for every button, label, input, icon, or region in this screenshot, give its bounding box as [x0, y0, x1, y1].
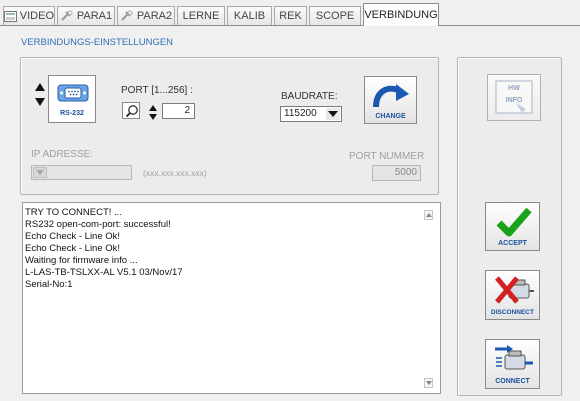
tab-bar: VIDEO PARA1 PARA2 LERNE KALIB REK SCOPE …	[0, 0, 580, 26]
port-input[interactable]: 2	[162, 103, 195, 119]
log-line: Waiting for firmware info ...	[25, 255, 138, 266]
tab-label: SCOPE	[315, 10, 355, 22]
tab-kalib[interactable]: KALIB	[227, 6, 272, 25]
interface-spinner[interactable]	[34, 80, 45, 108]
tab-label: PARA1	[76, 10, 113, 22]
ip-format-hint: (xxx.xxx.xxx.xxx)	[143, 168, 207, 178]
baudrate-label: BAUDRATE:	[281, 91, 338, 102]
tab-video[interactable]: VIDEO	[3, 6, 55, 25]
port-label: PORT [1...256] :	[121, 85, 193, 96]
tab-label: VERBINDUNG	[364, 9, 438, 21]
port-number-input[interactable]: 5000	[372, 165, 421, 181]
chevron-down-icon[interactable]	[33, 167, 47, 178]
log-line: RS232 open-com-port: successful!	[25, 219, 171, 230]
section-title: VERBINDUNGS-EINSTELLUNGEN	[21, 37, 174, 48]
change-button[interactable]: CHANGE	[364, 76, 417, 124]
spinner-down-icon[interactable]	[34, 95, 45, 108]
tab-scope[interactable]: SCOPE	[309, 6, 361, 25]
connect-icon	[495, 345, 533, 370]
log-line: L-LAS-TB-TSLXX-AL V5.1 03/Nov/17	[25, 267, 183, 278]
baudrate-value: 115200	[284, 108, 317, 119]
change-label: CHANGE	[375, 113, 406, 120]
disconnect-label: DISCONNECT	[491, 309, 534, 316]
log-line: Serial-No:1	[25, 279, 73, 290]
connect-label: CONNECT	[495, 378, 530, 385]
tab-para1[interactable]: PARA1	[57, 6, 115, 25]
redo-arrow-icon	[373, 84, 409, 108]
port-search-button[interactable]	[122, 102, 140, 119]
port-spinner[interactable]	[147, 104, 158, 120]
chevron-down-icon[interactable]	[326, 108, 340, 120]
interface-label: RS-232	[60, 110, 84, 117]
spinner-down-icon[interactable]	[147, 113, 158, 120]
log-line: Echo Check - Line Ok!	[25, 231, 121, 242]
hw-info-line1: HW	[508, 85, 520, 92]
video-icon	[4, 10, 17, 22]
scroll-down-icon[interactable]	[424, 378, 433, 388]
baudrate-select[interactable]: 115200	[280, 106, 342, 122]
tab-divider	[0, 25, 580, 26]
tab-lerne[interactable]: LERNE	[177, 6, 225, 25]
serial-port-icon	[57, 84, 89, 102]
log-line: TRY TO CONNECT! ...	[25, 207, 122, 218]
hw-info-line2: INFO	[505, 97, 523, 104]
connect-button[interactable]: CONNECT	[485, 339, 540, 389]
tab-label: PARA2	[136, 10, 173, 22]
scroll-up-icon[interactable]	[424, 210, 433, 220]
hw-info-button[interactable]: HW INFO	[487, 74, 541, 121]
tab-label: VIDEO	[19, 10, 54, 22]
disconnect-button[interactable]: DISCONNECT	[485, 270, 540, 320]
accept-label: ACCEPT	[498, 240, 527, 247]
accept-button[interactable]: ACCEPT	[485, 202, 540, 251]
spinner-up-icon[interactable]	[147, 104, 158, 111]
ip-address-label: IP ADRESSE:	[31, 149, 94, 160]
tab-label: LERNE	[182, 10, 220, 22]
tab-label: KALIB	[233, 10, 266, 22]
interface-display: RS-232	[48, 75, 96, 123]
ip-address-input[interactable]	[31, 165, 132, 180]
disconnect-icon	[495, 276, 534, 304]
tab-label: REK	[279, 10, 302, 22]
checkmark-icon	[496, 207, 532, 237]
tab-verbindung[interactable]: VERBINDUNG	[363, 3, 439, 26]
tools-icon	[121, 10, 133, 21]
tools-icon	[61, 10, 73, 21]
log-textarea[interactable]: TRY TO CONNECT! ... RS232 open-com-port:…	[22, 202, 441, 394]
tab-rek[interactable]: REK	[274, 6, 307, 25]
spinner-up-icon[interactable]	[34, 80, 45, 93]
port-number-label: PORT NUMMER	[349, 151, 425, 162]
tab-para2[interactable]: PARA2	[117, 6, 175, 25]
magnifier-icon	[125, 105, 138, 118]
log-line: Echo Check - Line Ok!	[25, 243, 121, 254]
